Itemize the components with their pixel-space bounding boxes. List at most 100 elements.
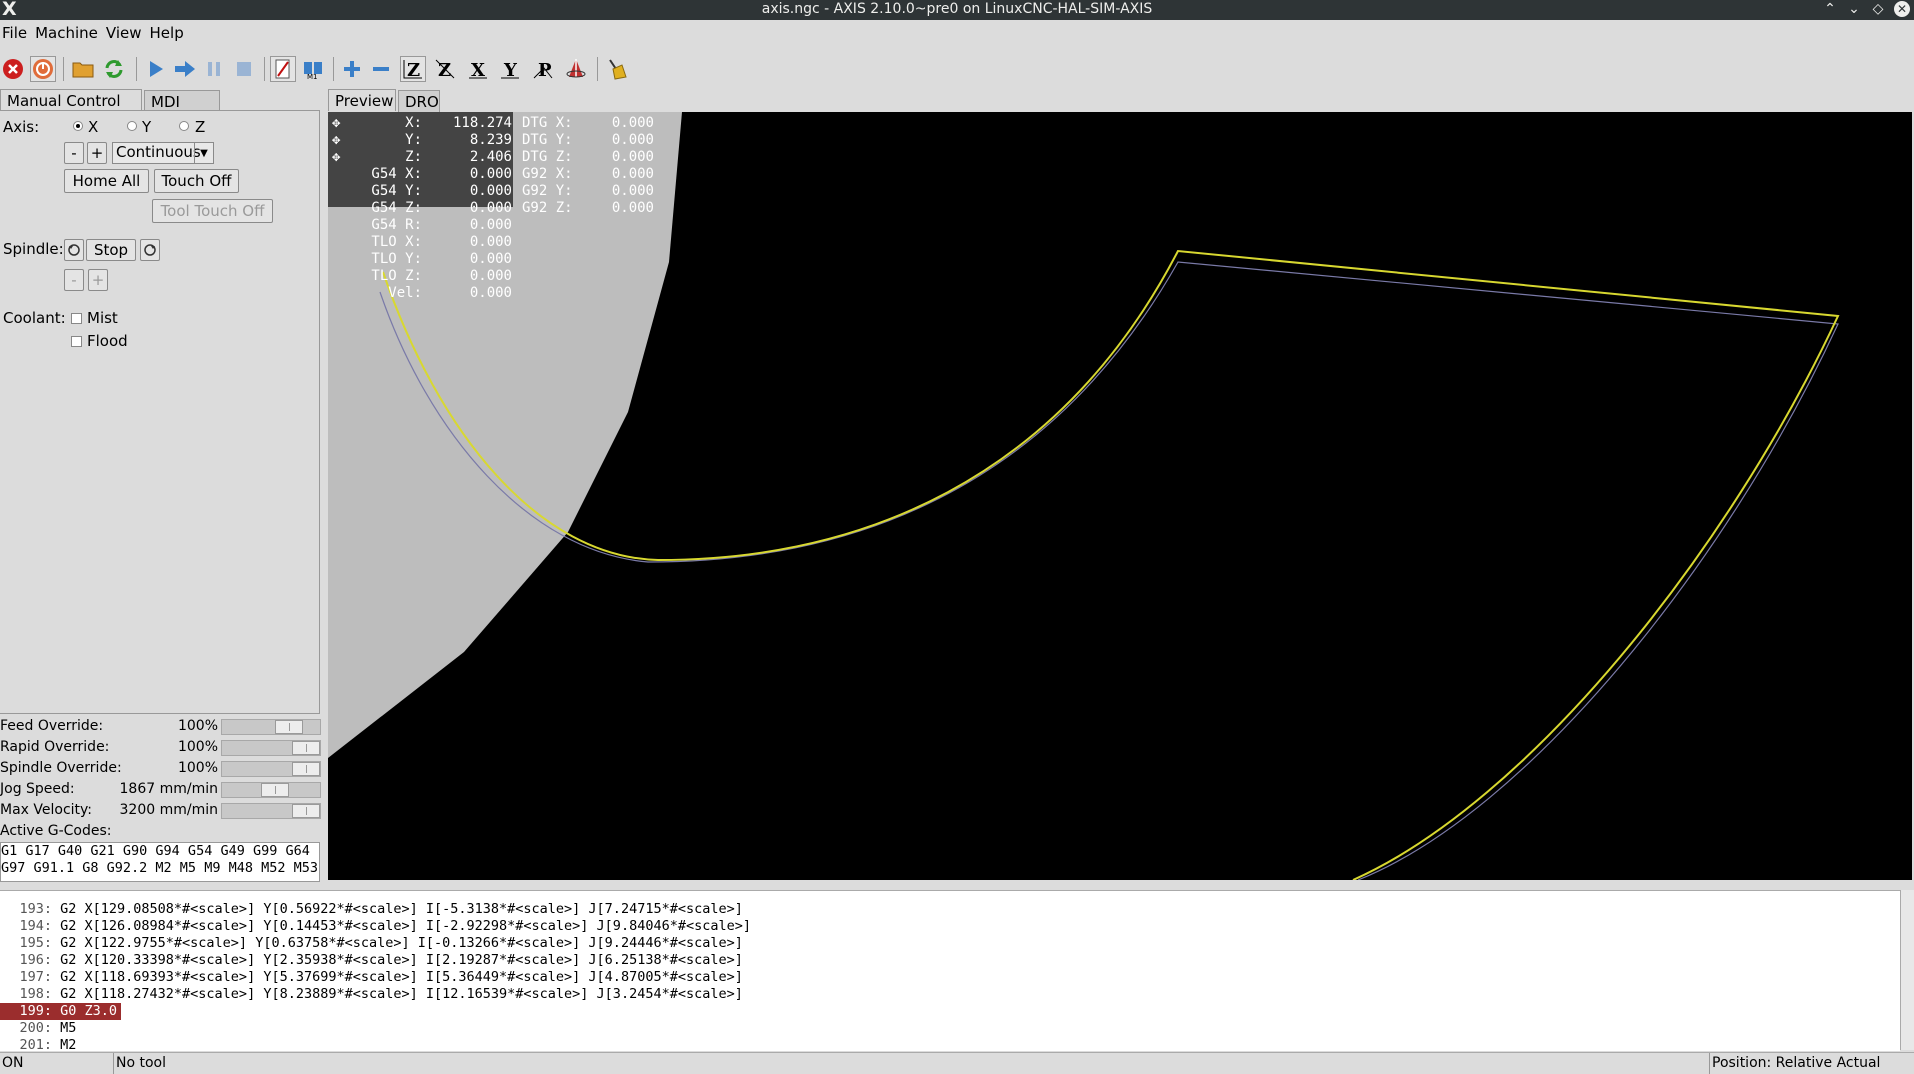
dro-label: Z: (405, 149, 422, 165)
gcode-line-current[interactable]: 199: G0 Z3.0 (0, 1003, 122, 1020)
line-text: G2 X[122.9755*#<scale>] Y[0.63758*#<scal… (52, 935, 743, 951)
tab-dro[interactable]: DRO (398, 90, 440, 112)
jog-speed-slider[interactable] (221, 782, 321, 798)
homed-icon: ✥ (332, 149, 341, 165)
jog-plus-button[interactable]: + (87, 142, 107, 164)
spindle-override-thumb[interactable] (292, 762, 320, 776)
dro-value: 0.000 (469, 234, 512, 250)
tab-mdi[interactable]: MDI [F5] (144, 90, 220, 129)
line-number: 197: (19, 969, 52, 985)
gcode-line[interactable]: 200: M5 (0, 1020, 76, 1037)
statusbar: ON No tool Position: Relative Actual (0, 1052, 1914, 1074)
flood-checkbox[interactable] (71, 336, 82, 347)
block-delete-icon[interactable] (270, 56, 296, 82)
menu-machine[interactable]: Machine (33, 20, 104, 45)
gcode-line[interactable]: 198: G2 X[118.27432*#<scale>] Y[8.23889*… (0, 986, 742, 1003)
axis-x-label: X (88, 118, 99, 136)
axis-y-radio[interactable] (127, 121, 137, 131)
toolbar: M1 Z Z X Y P (0, 45, 1914, 87)
view-y-icon[interactable]: Y (497, 56, 523, 82)
dro-label: G54 Y: (371, 183, 422, 199)
line-text: G2 X[126.08984*#<scale>] Y[0.14453*#<sca… (52, 918, 751, 934)
stop-icon[interactable] (231, 56, 257, 82)
pause-icon[interactable] (201, 56, 227, 82)
window-titlebar: X axis.ngc - AXIS 2.10.0~pre0 on LinuxCN… (0, 0, 1914, 20)
line-number: 195: (19, 935, 52, 951)
gcode-line[interactable]: 196: G2 X[120.33398*#<scale>] Y[2.35938*… (0, 952, 742, 969)
tab-preview[interactable]: Preview (328, 89, 396, 111)
shade-icon[interactable]: ⌃ (1822, 1, 1838, 17)
gcode-line[interactable]: 197: G2 X[118.69393*#<scale>] Y[5.37699*… (0, 969, 743, 986)
jog-speed-thumb[interactable] (261, 783, 289, 797)
toolpath-preview[interactable]: ✥ X: 118.274 DTG X: 0.000 ✥ Y: 8.239 DTG Y: 0.000… (328, 112, 1912, 880)
rapid-override-label: Rapid Override: (0, 739, 110, 755)
axis-z-radio[interactable] (179, 121, 189, 131)
rotate-view-icon[interactable] (563, 56, 589, 82)
max-velocity-thumb[interactable] (292, 804, 320, 818)
gcode-listing[interactable]: 193: G2 X[129.08508*#<scale>] Y[0.56922*… (0, 890, 1900, 1051)
minimize-icon[interactable]: ⌄ (1846, 1, 1862, 17)
max-velocity-slider[interactable] (221, 803, 321, 819)
tab-manual-control[interactable]: Manual Control [F3] (0, 89, 142, 128)
menu-file[interactable]: File (0, 20, 33, 45)
axis-x-radio[interactable] (73, 121, 83, 131)
menu-view[interactable]: View (104, 20, 148, 45)
line-number: 198: (19, 986, 52, 1002)
view-x-icon[interactable]: X (465, 56, 491, 82)
open-file-icon[interactable] (70, 56, 96, 82)
jog-increment-select[interactable]: Continuous ▼ (112, 142, 214, 164)
run-icon[interactable] (143, 56, 169, 82)
spindle-override-slider[interactable] (221, 761, 321, 777)
spindle-label: Spindle: (3, 240, 64, 258)
dro-label: G54 Z: (371, 200, 422, 216)
spindle-slower-button[interactable]: - (64, 269, 84, 291)
dro-value: 0.000 (469, 183, 512, 199)
spindle-forward-button[interactable] (140, 239, 160, 261)
maximize-icon[interactable]: ◇ (1870, 1, 1886, 17)
gcode-line[interactable]: 201: M2 (0, 1037, 76, 1051)
line-text: G2 X[129.08508*#<scale>] Y[0.56922*#<sca… (52, 901, 743, 917)
line-number: 194: (19, 918, 52, 934)
line-text: G2 X[118.69393*#<scale>] Y[5.37699*#<sca… (52, 969, 743, 985)
view-z-icon[interactable]: Z (400, 56, 426, 82)
feed-override-slider[interactable] (221, 719, 321, 735)
touch-off-button[interactable]: Touch Off (154, 169, 239, 193)
spindle-stop-button[interactable]: Stop (86, 239, 136, 261)
gcode-line[interactable]: 193: G2 X[129.08508*#<scale>] Y[0.56922*… (0, 901, 743, 918)
mist-checkbox[interactable] (71, 313, 82, 324)
clear-backplot-icon[interactable] (605, 56, 631, 82)
jog-minus-button[interactable]: - (64, 142, 84, 164)
reload-icon[interactable] (101, 56, 127, 82)
feed-override-value: 100% (177, 718, 218, 734)
active-gcodes-line-2: G97 G91.1 G8 G92.2 M2 M5 M9 M48 M52 M53 (1, 860, 318, 876)
home-all-button[interactable]: Home All (64, 169, 149, 193)
optional-stop-icon[interactable]: M1 (300, 56, 326, 82)
dro-label: Vel: (388, 285, 422, 301)
step-icon[interactable] (172, 56, 198, 82)
rapid-override-thumb[interactable] (292, 741, 320, 755)
estop-icon[interactable] (0, 56, 26, 82)
zoom-out-icon[interactable] (368, 56, 394, 82)
svg-text:M1: M1 (307, 73, 318, 80)
view-z2-icon[interactable]: Z (432, 56, 458, 82)
gcode-scrollbar[interactable] (1900, 890, 1914, 1050)
menu-help[interactable]: Help (148, 20, 190, 45)
dro-value-2: 0.000 (611, 115, 654, 131)
gcode-line[interactable]: 194: G2 X[126.08984*#<scale>] Y[0.14453*… (0, 918, 751, 935)
spindle-reverse-button[interactable] (64, 239, 84, 261)
feed-override-thumb[interactable] (275, 720, 303, 734)
tool-touch-off-button[interactable]: Tool Touch Off (152, 199, 273, 223)
dro-label-2: G92 Z: (522, 200, 573, 216)
spindle-faster-button[interactable]: + (88, 269, 108, 291)
axis-y-label: Y (142, 118, 152, 136)
gcode-line[interactable]: 195: G2 X[122.9755*#<scale>] Y[0.63758*#… (0, 935, 743, 952)
close-window-icon[interactable]: ✕ (1894, 1, 1910, 17)
rapid-override-slider[interactable] (221, 740, 321, 756)
dro-value: 0.000 (469, 251, 512, 267)
line-text: G0 Z3.0 (52, 1003, 118, 1019)
svg-text:Z: Z (438, 60, 451, 80)
view-p-icon[interactable]: P (530, 56, 556, 82)
line-number: 201: (19, 1037, 52, 1051)
zoom-in-icon[interactable] (339, 56, 365, 82)
machine-power-icon[interactable] (30, 56, 56, 82)
